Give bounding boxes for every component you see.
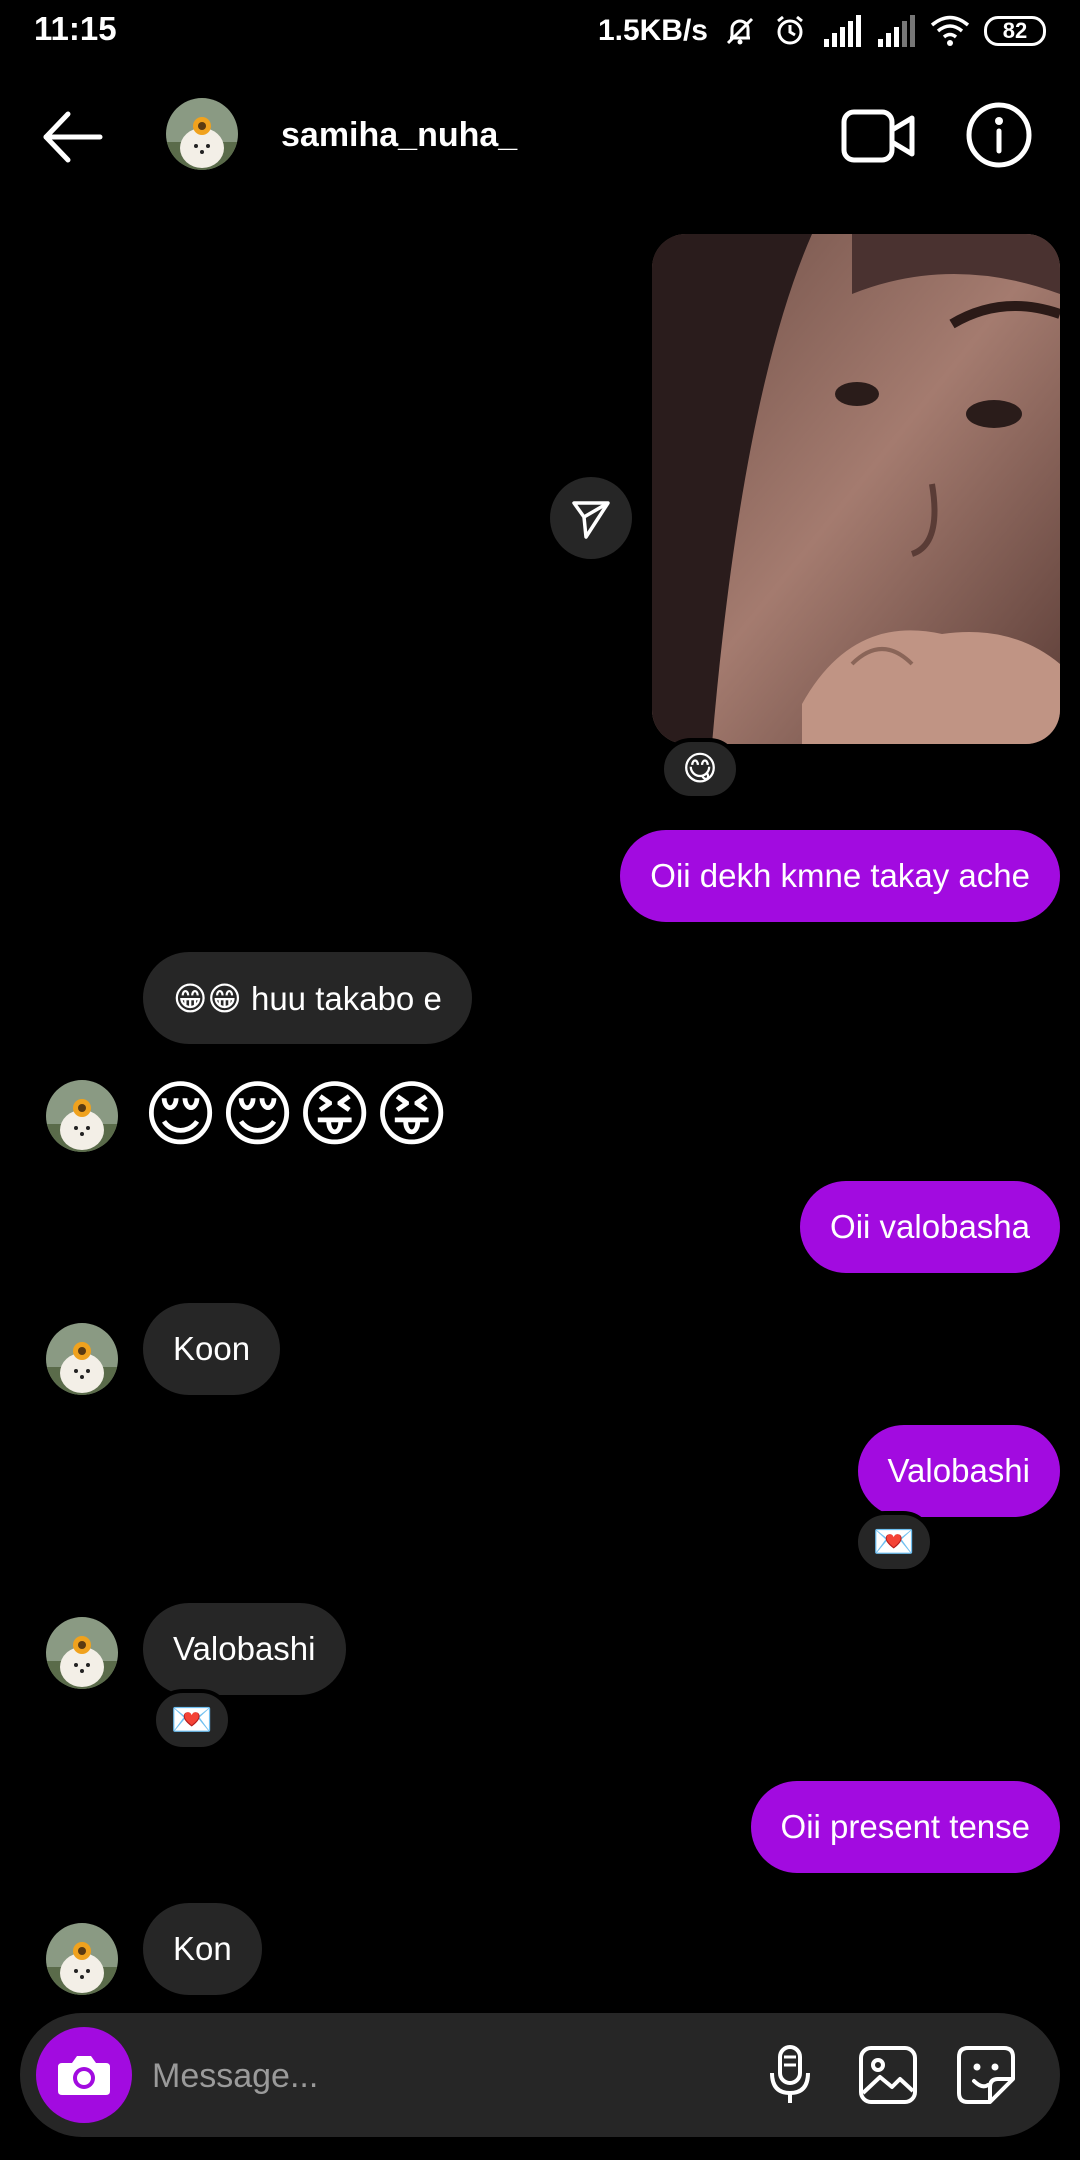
avatar[interactable] (166, 98, 238, 170)
avatar[interactable] (46, 1080, 118, 1152)
camera-icon (58, 2056, 110, 2095)
received-message[interactable]: 😁😁 huu takabo e (143, 952, 472, 1044)
share-button[interactable] (550, 477, 632, 559)
back-arrow-icon[interactable] (38, 102, 108, 172)
status-time: 11:15 (34, 10, 117, 47)
send-icon (572, 501, 610, 539)
avatar[interactable] (46, 1323, 118, 1395)
signal-icon (878, 15, 915, 47)
sent-message[interactable]: Valobashi (857, 1425, 1060, 1517)
signal-icon (824, 15, 861, 47)
received-message[interactable]: Kon (143, 1903, 262, 1995)
avatar[interactable] (46, 1617, 118, 1689)
video-call-icon[interactable] (840, 104, 916, 168)
wifi-icon (930, 15, 970, 46)
message-reaction[interactable]: 💌 (854, 1511, 934, 1573)
sent-message[interactable]: Oii dekh kmne takay ache (620, 830, 1060, 922)
battery-icon: 82 (984, 16, 1046, 46)
alarm-icon (777, 15, 803, 45)
status-icons: 1.5KB/s 82 (598, 10, 1046, 52)
chat-username[interactable]: samiha_nuha_ (281, 116, 517, 155)
status-bar: 11:15 1.5KB/s 82 (0, 0, 1080, 62)
emoji-message[interactable]: 😌😌😝😝 (143, 1070, 451, 1160)
chat-header: samiha_nuha_ (0, 82, 1080, 194)
message-composer (20, 2013, 1060, 2137)
message-reaction[interactable]: 😋 (660, 738, 740, 800)
mute-bell-icon (726, 17, 754, 45)
message-reaction[interactable]: 💌 (152, 1689, 232, 1751)
camera-button[interactable] (36, 2027, 132, 2123)
received-message[interactable]: Koon (143, 1303, 281, 1395)
gallery-icon[interactable] (856, 2043, 920, 2107)
message-input[interactable] (150, 2043, 714, 2109)
sticker-icon[interactable] (954, 2043, 1018, 2107)
network-speed: 1.5KB/s (597, 14, 708, 47)
sent-message[interactable]: Oii valobasha (800, 1181, 1060, 1273)
microphone-icon[interactable] (758, 2043, 822, 2107)
sent-message[interactable]: Oii present tense (750, 1781, 1060, 1873)
info-icon[interactable] (964, 100, 1034, 170)
photo-message[interactable] (652, 234, 1060, 744)
chat-screen: 11:15 1.5KB/s 82 samiha_nuha_ 😋 Oii dekh… (0, 0, 1080, 2160)
avatar[interactable] (46, 1923, 118, 1995)
received-message[interactable]: Valobashi (143, 1603, 346, 1695)
